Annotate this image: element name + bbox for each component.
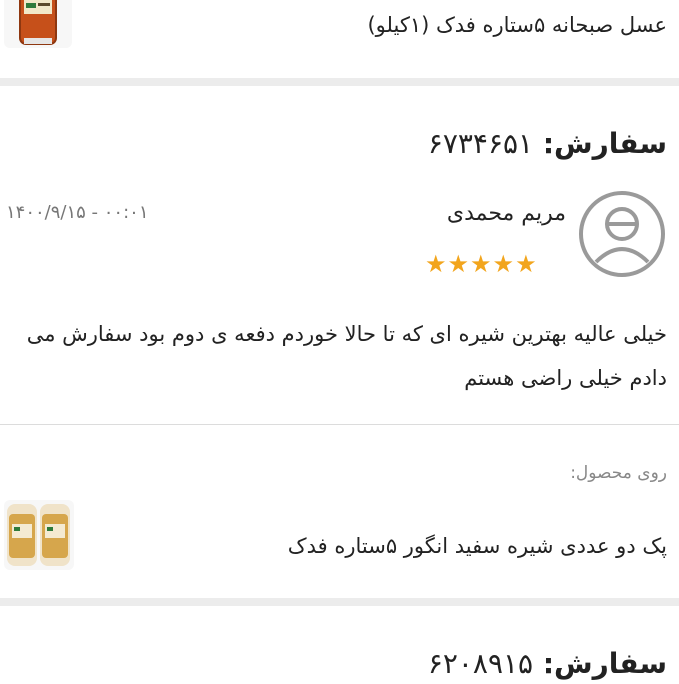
honey-jar-icon <box>19 0 57 45</box>
order-label: سفارش: <box>542 127 667 160</box>
review-product-thumbnail[interactable] <box>4 500 74 570</box>
review-product-name[interactable]: پک دو عددی شیره سفید انگور ۵ستاره فدک <box>107 530 667 562</box>
order-header: سفارش: ۶۷۳۴۶۵۱ <box>67 124 667 164</box>
review-date: ۰۰:۰۱ - ۱۴۰۰/۹/۱۵ <box>6 202 149 223</box>
section-divider <box>0 78 679 86</box>
rating-stars: ★★★★★ <box>425 250 538 278</box>
star-icon: ★ <box>425 250 448 278</box>
user-avatar-icon <box>578 190 666 278</box>
star-icon: ★ <box>492 250 516 278</box>
next-order-header: سفارش: ۶۲۰۸۹۱۵ <box>67 644 667 684</box>
divider-line <box>0 424 679 425</box>
top-product-name[interactable]: عسل صبحانه ۵ستاره فدک (۱کیلو) <box>107 10 667 40</box>
top-product-thumbnail[interactable] <box>4 0 72 48</box>
star-icon: ★ <box>470 250 493 278</box>
star-icon: ★ <box>515 250 538 278</box>
review-comment: خیلی عالیه بهترین شیره ای که تا حالا خور… <box>26 322 667 390</box>
two-jars-icon <box>7 504 70 566</box>
reviewer-name: مریم محمدی <box>446 201 566 226</box>
order-number: ۶۷۳۴۶۵۱ <box>427 127 534 160</box>
order-label: سفارش: <box>542 647 667 680</box>
order-number: ۶۲۰۸۹۱۵ <box>427 647 534 680</box>
on-product-label: روی محصول: <box>570 463 667 483</box>
section-divider <box>0 598 679 606</box>
star-icon: ★ <box>447 250 471 278</box>
